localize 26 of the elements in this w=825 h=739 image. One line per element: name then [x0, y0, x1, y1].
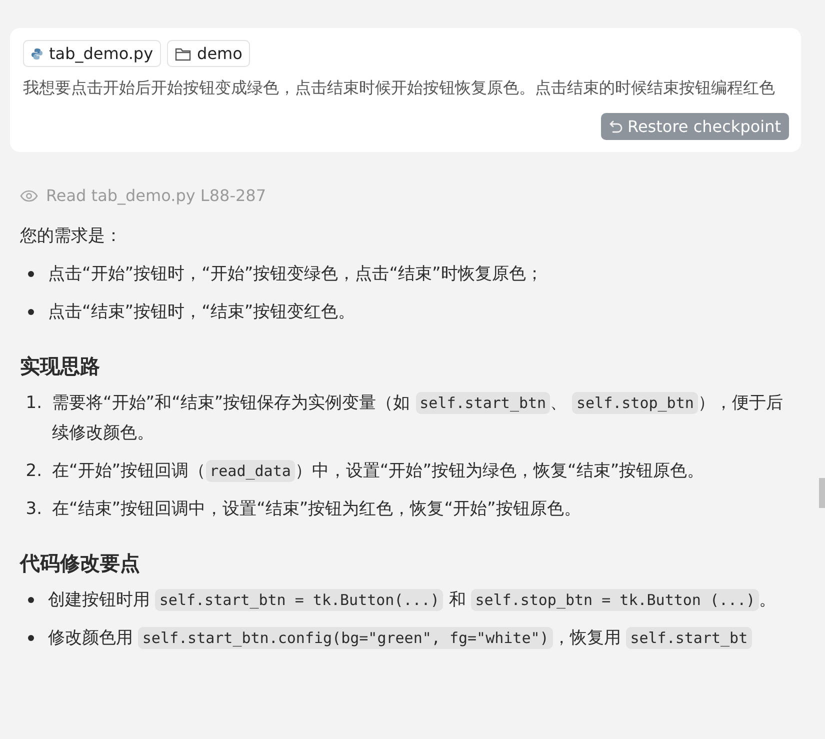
section-heading: 实现思路 — [20, 353, 101, 380]
list-item-text: 需要将“开始”和“结束”按钮保存为实例变量（如 self.start_btn 、 self.stop_btn ），便于后续修改颜色。 — [52, 391, 784, 445]
list-item-text: 点击“开始”按钮时，“开始”按钮变绿色，点击“结束”时恢复原色； — [48, 263, 544, 286]
folder-icon — [175, 46, 192, 60]
bullet-icon — [28, 597, 34, 603]
eye-icon — [20, 190, 38, 202]
bullet-icon — [28, 309, 34, 315]
list-item-text: 创建按钮时用 self.start_btn = tk.Button(...) 和 self.stop_btn = tk.Button (...) 。 — [48, 588, 778, 613]
list-item-text: 点击“结束”按钮时，“结束”按钮变红色。 — [48, 301, 356, 324]
context-chip[interactable]: demo — [167, 40, 250, 67]
list-number: 1. — [24, 392, 42, 415]
section-heading: 代码修改要点 — [20, 550, 141, 577]
list-item-text: 在“结束”按钮回调中，设置“结束”按钮为红色，恢复“开始”按钮原色。 — [52, 498, 582, 521]
context-chip[interactable]: tab_demo.py — [23, 40, 162, 67]
list-item-text: 修改颜色用 self.start_btn.config(bg="green", fg="white") ，恢复用 self.start_bt — [48, 623, 787, 653]
bullet-icon — [28, 635, 34, 641]
list-number: 3. — [24, 498, 42, 521]
list-number: 2. — [24, 460, 42, 483]
scrollbar-thumb[interactable] — [819, 478, 825, 508]
prompt-message: 我想要点击开始后开始按钮变成绿色，点击结束时候开始按钮恢复原色。点击结束的时候结束按钮编程红色 — [23, 77, 776, 99]
bullet-icon — [28, 271, 34, 277]
paragraph: 您的需求是： — [20, 225, 123, 248]
undo-icon — [608, 120, 623, 134]
list-item-text: 在“开始”按钮回调（ read_data ）中，设置“开始”按钮为绿色，恢复“结束”按钮原色。 — [52, 459, 706, 484]
read-status-text: Read tab_demo.py L88-287 — [46, 186, 266, 205]
python-file-icon — [31, 48, 43, 60]
